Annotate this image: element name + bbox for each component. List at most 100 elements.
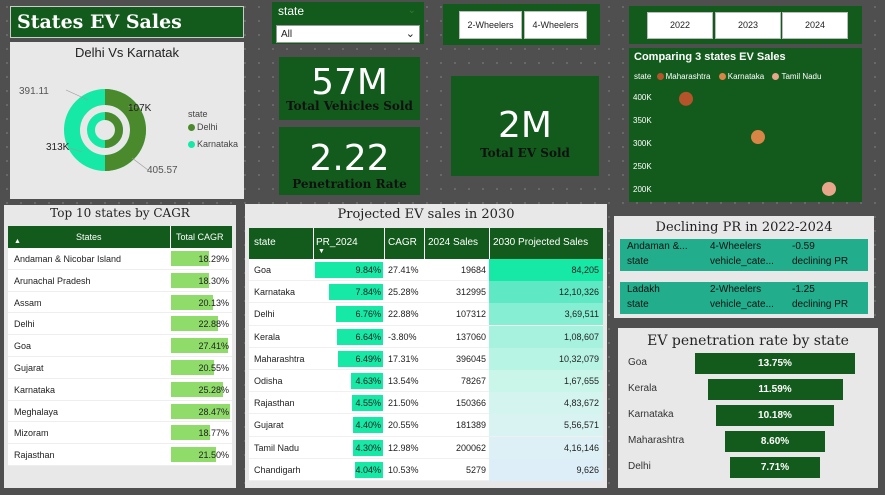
cell-state: Chandigarh bbox=[254, 464, 301, 475]
year-2024-button[interactable]: 2024 bbox=[782, 12, 848, 39]
cell-cagr: 20.13% bbox=[198, 297, 229, 308]
declining-row[interactable]: Andaman &... state 4-Wheelers vehicle_ca… bbox=[620, 239, 868, 271]
cell-2030-projected: 4,83,672 bbox=[563, 398, 599, 409]
penetration-funnel-card[interactable]: EV penetration rate by state Goa 13.75% Ke… bbox=[618, 328, 878, 488]
kpi-value: 2M bbox=[498, 105, 552, 146]
funnel-row[interactable]: Maharashtra 8.60% bbox=[618, 431, 878, 453]
cell-2024-sales: 181389 bbox=[455, 420, 486, 431]
table-row[interactable]: Rajasthan 21.50% bbox=[8, 444, 232, 466]
donut-chart-card[interactable]: Delhi Vs Karnatak 391.11 107K 313K 405.5… bbox=[10, 42, 244, 199]
sort-down-icon: ▼ bbox=[318, 248, 325, 255]
column-header-2024-sales[interactable]: 2024 Sales bbox=[428, 237, 478, 248]
table-row[interactable]: Mizoram 18.77% bbox=[8, 422, 232, 445]
funnel-row[interactable]: Kerala 11.59% bbox=[618, 379, 878, 401]
table-row[interactable]: Rajasthan 4.55% 21.50% 150366 4,83,672 bbox=[249, 392, 603, 415]
cell-2024-sales: 312995 bbox=[455, 287, 486, 298]
year-2023-button[interactable]: 2023 bbox=[715, 12, 781, 39]
kpi-value: 57M bbox=[311, 62, 388, 103]
table-row[interactable]: Delhi 22.88% bbox=[8, 313, 232, 336]
donut-svg bbox=[64, 89, 149, 171]
funnel-row[interactable]: Delhi 7.71% bbox=[618, 457, 878, 479]
cell-pr2024: 4.55% bbox=[355, 398, 381, 409]
cell-2024-sales: 5279 bbox=[465, 464, 486, 475]
table-row[interactable]: Karnataka 7.84% 25.28% 312995 12,10,326 bbox=[249, 281, 603, 304]
table-row[interactable]: Gujarat 4.40% 20.55% 181389 5,56,571 bbox=[249, 414, 603, 437]
table-row[interactable]: Tamil Nadu 4.30% 12.98% 200062 4,16,146 bbox=[249, 436, 603, 459]
cell-cagr: 18.77% bbox=[198, 428, 229, 439]
four-wheelers-button[interactable]: 4-Wheelers bbox=[524, 11, 587, 39]
column-header-states[interactable]: States bbox=[76, 232, 102, 242]
table-row[interactable]: Maharashtra 6.49% 17.31% 396045 10,32,079 bbox=[249, 347, 603, 370]
table-row[interactable]: Karnataka 25.28% bbox=[8, 378, 232, 401]
table-row[interactable]: Gujarat 20.55% bbox=[8, 356, 232, 379]
cell-cagr: 22.88% bbox=[198, 319, 229, 330]
table-row[interactable]: Assam 20.13% bbox=[8, 291, 232, 314]
funnel-state: Kerala bbox=[628, 383, 657, 394]
funnel-bar: 7.71% bbox=[730, 457, 820, 478]
y-tick-label: 250K bbox=[633, 162, 652, 171]
table-row[interactable]: Goa 9.84% 27.41% 19684 84,205 bbox=[249, 259, 603, 282]
column-header-pr2024[interactable]: PR_2024 bbox=[316, 237, 358, 248]
cell-state: Odisha bbox=[254, 375, 283, 386]
cell-cagr: 20.55% bbox=[198, 362, 229, 373]
cagr-table-card: Top 10 states by CAGR States Total CAGR … bbox=[4, 205, 236, 488]
donut-legend-item[interactable]: Karnataka bbox=[188, 139, 238, 149]
cell-cagr: 22.88% bbox=[388, 309, 419, 320]
state-dropdown[interactable]: All ⌄ bbox=[276, 25, 420, 43]
funnel-row[interactable]: Karnataka 10.18% bbox=[618, 405, 878, 427]
table-row[interactable]: Kerala 6.64% -3.80% 137060 1,08,607 bbox=[249, 325, 603, 348]
declining-value-label: declining PR bbox=[792, 299, 849, 310]
column-header-2030-projected[interactable]: 2030 Projected Sales bbox=[493, 237, 588, 248]
funnel-row[interactable]: Goa 13.75% bbox=[618, 353, 878, 375]
declining-row[interactable]: Ladakh state 2-Wheelers vehicle_cate... … bbox=[620, 282, 868, 314]
scatter-point[interactable] bbox=[751, 130, 765, 145]
chevron-down-icon[interactable]: ⌄ bbox=[408, 5, 416, 16]
legend-dot-icon bbox=[188, 124, 195, 132]
cell-2030-projected: 3,69,511 bbox=[564, 309, 599, 320]
cell-cagr: 27.41% bbox=[198, 341, 229, 352]
cell-pr2024: 4.63% bbox=[355, 375, 381, 386]
cell-2024-sales: 78267 bbox=[460, 375, 486, 386]
cell-state: Karnataka bbox=[254, 287, 296, 298]
donut-legend-item[interactable]: Delhi bbox=[188, 122, 218, 132]
scatter-point[interactable] bbox=[822, 181, 836, 196]
two-wheelers-button[interactable]: 2-Wheelers bbox=[459, 11, 522, 39]
scatter-point[interactable] bbox=[679, 91, 693, 106]
table-row[interactable]: Andaman & Nicobar Island 18.29% bbox=[8, 248, 232, 270]
cell-2030-projected: 1,08,607 bbox=[563, 331, 599, 342]
funnel-title: EV penetration rate by state bbox=[647, 333, 849, 349]
column-header-cagr[interactable]: CAGR bbox=[388, 237, 417, 248]
cell-state: Andaman & Nicobar Island bbox=[14, 254, 122, 264]
cell-state: Karnataka bbox=[14, 384, 56, 395]
table-row[interactable]: Chandigarh 4.04% 10.53% 5279 9,626 bbox=[249, 458, 603, 481]
cell-2030-projected: 9,626 bbox=[576, 464, 599, 475]
table-row[interactable]: Goa 27.41% bbox=[8, 335, 232, 357]
cell-state: Kerala bbox=[254, 331, 281, 342]
table-row[interactable]: Meghalaya 28.47% bbox=[8, 400, 232, 423]
cell-cagr: 10.53% bbox=[388, 464, 419, 475]
y-tick-label: 300K bbox=[633, 139, 652, 148]
table-row[interactable]: Delhi 6.76% 22.88% 107312 3,69,511 bbox=[249, 303, 603, 326]
chevron-down-icon: ⌄ bbox=[405, 28, 415, 40]
funnel-bar: 8.60% bbox=[725, 431, 825, 452]
column-header-state[interactable]: state bbox=[254, 237, 276, 248]
cell-2024-sales: 200062 bbox=[455, 442, 486, 453]
year-2022-button[interactable]: 2022 bbox=[647, 12, 713, 39]
column-header-cagr[interactable]: Total CAGR bbox=[176, 232, 224, 242]
cell-cagr: -3.80% bbox=[388, 331, 417, 342]
cell-cagr: 28.47% bbox=[198, 406, 229, 417]
year-slicer: 2022 2023 2024 bbox=[629, 6, 862, 44]
table-row[interactable]: Odisha 4.63% 13.54% 78267 1,67,655 bbox=[249, 369, 603, 393]
donut-delhi-inner bbox=[104, 112, 123, 148]
cell-state: Rajasthan bbox=[254, 398, 295, 409]
scatter-chart-card[interactable]: Comparing 3 states EV Sales state Mahara… bbox=[629, 48, 862, 202]
kpi-total-vehicles: 57M Total Vehicles Sold bbox=[279, 57, 420, 120]
table-row[interactable]: Arunachal Pradesh 18.30% bbox=[8, 269, 232, 292]
funnel-state: Goa bbox=[628, 357, 647, 368]
cell-pr2024: 7.84% bbox=[355, 287, 381, 298]
cell-2030-projected: 84,205 bbox=[571, 265, 599, 275]
kpi-penetration-rate: 2.22 Penetration Rate bbox=[279, 127, 420, 195]
cell-cagr: 12.98% bbox=[388, 442, 419, 453]
kpi-label: Total EV Sold bbox=[480, 146, 570, 160]
donut-inner-ring[interactable] bbox=[87, 112, 123, 148]
